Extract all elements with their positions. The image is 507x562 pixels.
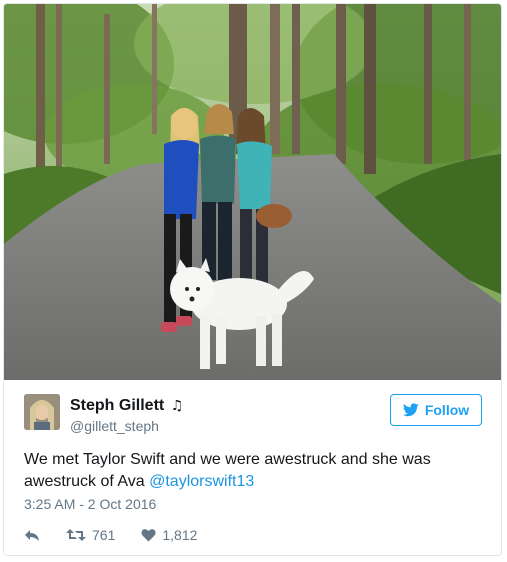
author-name-text: Steph Gillett xyxy=(70,397,165,414)
retweet-count: 761 xyxy=(92,527,116,543)
tweet-timestamp[interactable]: 3:25 AM - 2 Oct 2016 xyxy=(24,496,156,512)
avatar[interactable] xyxy=(24,394,60,430)
tweet-photo[interactable] xyxy=(4,4,501,380)
tweet-header: Steph Gillett ♫ @gillett_steph Follow xyxy=(24,394,482,438)
retweet-icon xyxy=(66,529,86,541)
twitter-bird-icon xyxy=(402,403,419,417)
mention-link[interactable]: @taylorswift13 xyxy=(149,473,254,490)
avatar-image xyxy=(24,394,60,430)
reply-button[interactable] xyxy=(24,528,40,542)
reply-icon xyxy=(25,530,39,541)
tweet-text: We met Taylor Swift and we were awestruc… xyxy=(24,449,484,493)
photo-image xyxy=(4,4,501,380)
author-name[interactable]: Steph Gillett ♫ xyxy=(70,397,183,415)
tweet-actions: 761 1,812 xyxy=(24,525,223,545)
retweet-button[interactable]: 761 xyxy=(66,527,115,543)
tweet-card: Steph Gillett ♫ @gillett_steph Follow We… xyxy=(3,3,502,556)
like-button[interactable]: 1,812 xyxy=(141,527,197,543)
follow-button[interactable]: Follow xyxy=(390,394,482,426)
follow-label: Follow xyxy=(424,402,470,418)
music-note-icon: ♫ xyxy=(170,398,184,414)
heart-icon xyxy=(141,529,156,542)
author-handle[interactable]: @gillett_steph xyxy=(70,418,159,434)
like-count: 1,812 xyxy=(162,527,198,543)
